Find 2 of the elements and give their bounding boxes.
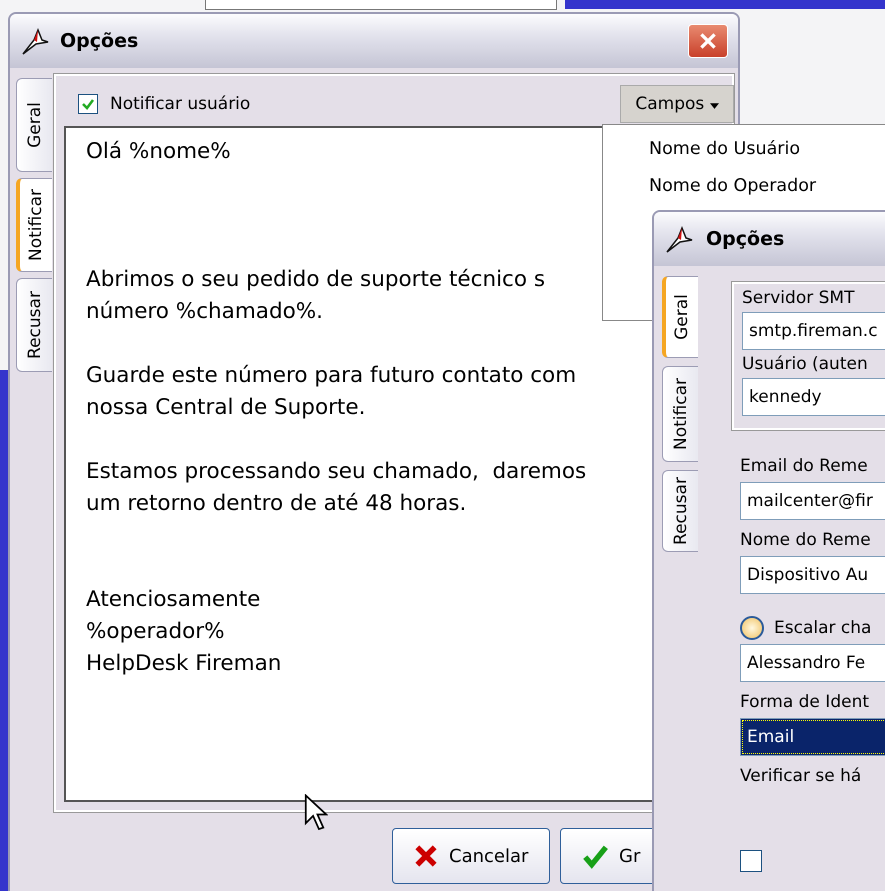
- window-title: Opções: [706, 228, 786, 250]
- window-title: Opções: [60, 30, 140, 52]
